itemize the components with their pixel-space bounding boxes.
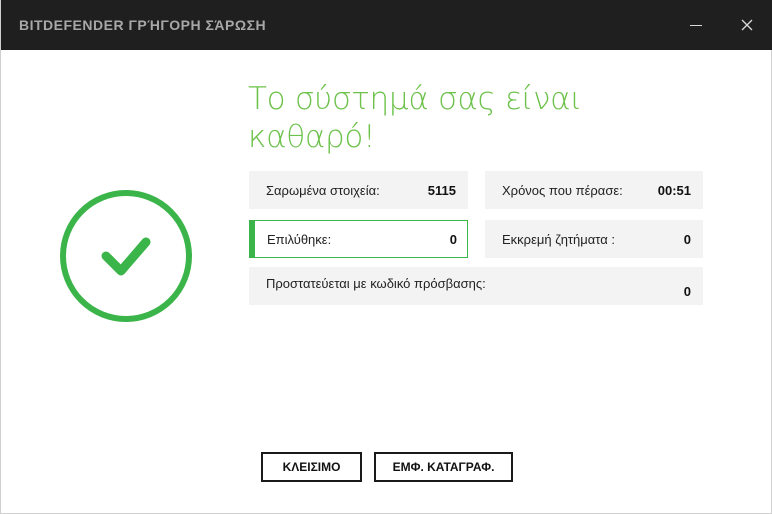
- window-title: BITDEFENDER ΓΡΉΓΟΡΗ ΣΆΡΩΣΗ: [19, 17, 267, 33]
- stat-scanned-label: Σαρωμένα στοιχεία:: [266, 183, 380, 198]
- check-circle-icon: [60, 190, 192, 322]
- close-button[interactable]: ΚΛΕΙΣΙΜΟ: [261, 452, 362, 482]
- stat-pending-label: Εκκρεμή ζητήματα :: [502, 232, 615, 247]
- stat-scanned-items: Σαρωμένα στοιχεία: 5115: [249, 171, 468, 209]
- minimize-button[interactable]: [681, 10, 711, 40]
- stat-elapsed-value: 00:51: [657, 183, 691, 198]
- stat-pending-issues: Εκκρεμή ζητήματα : 0: [485, 220, 703, 258]
- title-bar: BITDEFENDER ΓΡΉΓΟΡΗ ΣΆΡΩΣΗ: [1, 0, 772, 50]
- stat-elapsed-time: Χρόνος που πέρασε: 00:51: [485, 171, 703, 209]
- show-log-button[interactable]: ΕΜΦ. ΚΑΤΑΓΡΑΦ.: [374, 452, 513, 482]
- status-headline: Το σύστημά σας είναι καθαρό!: [248, 81, 582, 155]
- stat-password-protected: Προστατεύεται με κωδικό πρόσβασης: 0: [249, 267, 703, 305]
- scan-window: BITDEFENDER ΓΡΉΓΟΡΗ ΣΆΡΩΣΗ Το σύστημά σα…: [0, 0, 772, 514]
- stat-scanned-value: 5115: [427, 183, 456, 198]
- stat-resolved: Επιλύθηκε: 0: [249, 220, 468, 258]
- stat-elapsed-label: Χρόνος που πέρασε:: [502, 183, 623, 198]
- close-window-button[interactable]: [732, 10, 762, 40]
- stat-protected-label: Προστατεύεται με κωδικό πρόσβασης:: [266, 276, 486, 291]
- stat-protected-value: 0: [683, 284, 691, 299]
- stat-resolved-label: Επιλύθηκε:: [267, 232, 332, 247]
- stat-pending-value: 0: [683, 232, 691, 247]
- minimize-icon: [690, 25, 702, 26]
- close-icon: [741, 19, 753, 31]
- stat-resolved-value: 0: [449, 232, 457, 247]
